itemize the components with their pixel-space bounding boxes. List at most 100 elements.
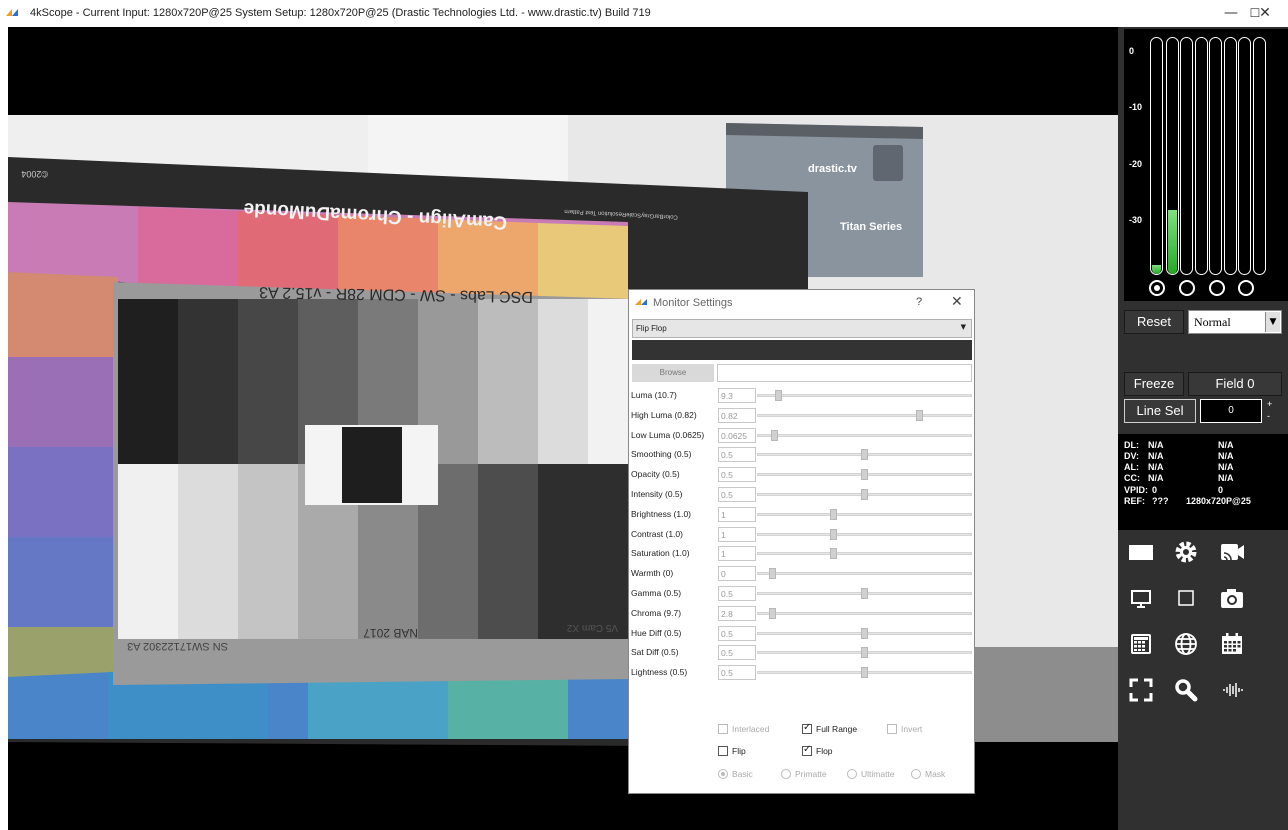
slider-thumb[interactable] [829, 528, 837, 540]
slider-value-input[interactable]: 0.5 [718, 645, 756, 661]
slider-track[interactable] [757, 512, 972, 516]
audio-meter-channel [1253, 37, 1266, 275]
line-number-input[interactable]: 0 [1200, 399, 1262, 423]
slider-thumb[interactable] [774, 390, 782, 401]
slider-thumb[interactable] [829, 508, 837, 520]
slider-value-input[interactable]: 0.5 [718, 487, 756, 502]
slider-value-input[interactable]: 1 [718, 506, 756, 522]
slider-thumb[interactable] [861, 588, 868, 599]
field-button[interactable]: Field 0 [1188, 372, 1282, 396]
checkbox-box[interactable] [802, 744, 812, 756]
slider-value-input[interactable]: 0.5 [718, 467, 756, 483]
meter-mode-value: Normal [1194, 315, 1231, 329]
channel-select-radio-4[interactable] [1238, 280, 1254, 296]
slider-value-input[interactable]: 0.0625 [718, 427, 756, 443]
flip-checkbox[interactable]: Flip [718, 746, 746, 756]
interlaced-checkbox[interactable]: Interlaced [718, 724, 769, 734]
browse-button[interactable]: Browse [632, 364, 714, 382]
square-outline-icon[interactable] [1172, 584, 1200, 612]
slider-value-input[interactable]: 2.8 [718, 605, 756, 621]
cast-camera-icon[interactable] [1218, 538, 1246, 566]
camera-icon[interactable] [1218, 584, 1246, 612]
radio-dot[interactable] [911, 769, 921, 779]
slider-thumb[interactable] [861, 489, 868, 500]
slider-value-input[interactable]: 0.5 [718, 625, 756, 641]
slider-thumb[interactable] [829, 548, 837, 560]
slider-track[interactable] [757, 611, 972, 615]
slider-thumb[interactable] [916, 409, 924, 421]
checkbox-box[interactable] [718, 746, 728, 756]
slider-track[interactable] [757, 413, 972, 417]
close-button[interactable]: ✕ [1242, 0, 1288, 27]
slider-track[interactable] [757, 552, 972, 556]
slider-thumb[interactable] [861, 469, 868, 481]
calculator-grid-icon[interactable] [1127, 630, 1155, 658]
invert-label: Invert [901, 724, 923, 734]
slider-row: Gamma (0.5) 0.5 [631, 585, 972, 602]
slider-label: Lightness (0.5) [631, 667, 688, 678]
slider-track[interactable] [757, 532, 972, 536]
slider-value-input[interactable]: 0.5 [718, 447, 756, 463]
slider-value-input[interactable]: 0 [718, 566, 756, 582]
slider-row: Contrast (1.0) 1 [631, 526, 972, 543]
checkbox-box[interactable] [718, 724, 728, 734]
slider-value-input[interactable]: 1 [718, 546, 756, 562]
slider-row: High Luma (0.82) 0.82 [631, 407, 972, 424]
slider-value-input[interactable]: 0.82 [718, 407, 756, 423]
basic-radio[interactable]: Basic [718, 769, 753, 779]
dialog-close-button[interactable]: ✕ [951, 294, 963, 310]
meter-mode-select[interactable]: Normal ▼ [1188, 310, 1282, 334]
audio-waveform-icon[interactable] [1218, 676, 1246, 704]
full-range-checkbox[interactable]: Full Range [802, 722, 857, 734]
slider-thumb[interactable] [861, 627, 868, 639]
db-label: -30 [1129, 215, 1143, 225]
flip-label: Flip [732, 746, 746, 756]
slider-thumb[interactable] [861, 667, 868, 679]
monitor-icon[interactable] [1127, 584, 1155, 612]
slider-track[interactable] [757, 433, 972, 437]
settings-gear-icon[interactable] [1172, 538, 1200, 566]
primatte-radio[interactable]: Primatte [781, 769, 827, 779]
info-value-a: N/A [1148, 462, 1164, 472]
magnifier-icon[interactable] [1172, 676, 1200, 704]
mask-radio[interactable]: Mask [911, 769, 945, 779]
slider-track[interactable] [757, 394, 972, 397]
invert-checkbox[interactable]: Invert [887, 724, 922, 734]
checkbox-box[interactable] [887, 724, 897, 734]
slider-thumb[interactable] [769, 568, 776, 580]
radio-dot[interactable] [718, 769, 728, 779]
channel-select-radio-1[interactable] [1149, 280, 1165, 296]
window-title-bar: 4kScope - Current Input: 1280x720P@25 Sy… [0, 0, 1288, 27]
fullscreen-icon[interactable] [1127, 676, 1155, 704]
preset-dropdown[interactable]: Flip Flop ▼ [632, 319, 972, 338]
freeze-button[interactable]: Freeze [1124, 372, 1184, 396]
chevron-down-icon[interactable]: ▼ [1265, 312, 1280, 332]
flop-checkbox[interactable]: Flop [802, 744, 833, 756]
radio-dot[interactable] [847, 769, 857, 779]
slider-thumb[interactable] [861, 449, 868, 461]
line-increment-button[interactable]: + [1267, 399, 1272, 409]
slider-value-input[interactable]: 9.3 [718, 388, 756, 403]
primatte-label: Primatte [795, 769, 827, 779]
flop-label: Flop [816, 746, 833, 756]
slider-thumb[interactable] [861, 647, 868, 659]
channel-select-radio-3[interactable] [1209, 280, 1225, 296]
reset-button[interactable]: Reset [1124, 310, 1184, 334]
file-path-input[interactable] [717, 364, 972, 382]
slider-thumb[interactable] [769, 607, 776, 619]
globe-icon[interactable] [1172, 630, 1200, 658]
line-decrement-button[interactable]: - [1267, 411, 1270, 421]
help-button[interactable]: ? [916, 296, 922, 308]
channel-select-radio-2[interactable] [1179, 280, 1195, 296]
calendar-icon[interactable] [1218, 630, 1246, 658]
slider-value-input[interactable]: 1 [718, 526, 756, 542]
slider-track[interactable] [757, 572, 972, 576]
ultimatte-radio[interactable]: Ultimatte [847, 769, 895, 779]
display-white-icon[interactable] [1127, 538, 1155, 566]
slider-value-input[interactable]: 0.5 [718, 665, 756, 681]
checkbox-box[interactable] [802, 722, 812, 734]
slider-value-input[interactable]: 0.5 [718, 586, 756, 601]
line-sel-button[interactable]: Line Sel [1124, 399, 1196, 423]
slider-thumb[interactable] [770, 429, 778, 441]
radio-dot[interactable] [781, 769, 791, 779]
